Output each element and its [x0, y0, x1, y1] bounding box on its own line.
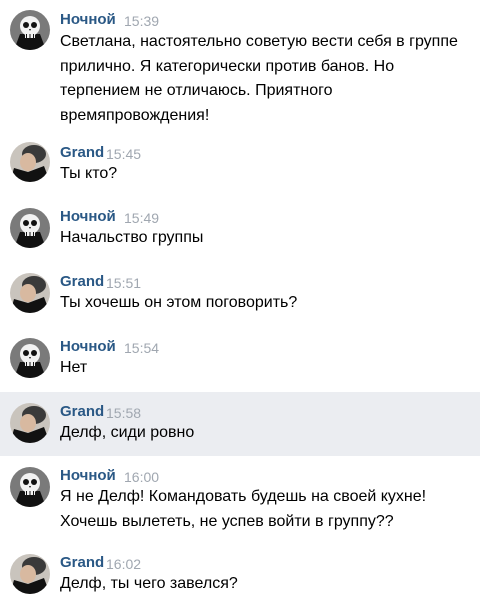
author-name[interactable]: Grand	[60, 144, 104, 162]
message-text: Ты кто?	[60, 165, 118, 182]
author-name[interactable]: Ночной	[60, 208, 116, 226]
author-name[interactable]: Ночной	[60, 11, 116, 29]
message: Ночной 16:00 Я не Делф! Командовать буде…	[0, 456, 480, 545]
avatar[interactable]	[10, 554, 50, 594]
timestamp: 15:39	[124, 13, 160, 29]
message: Grand 15:51 Ты хочешь он этом поговорить…	[0, 261, 480, 326]
skull-avatar-icon	[10, 467, 50, 507]
message-text: Начальство группы	[60, 229, 204, 246]
skull-avatar-icon	[10, 338, 50, 378]
author-name[interactable]: Ночной	[60, 338, 116, 356]
avatar[interactable]	[10, 338, 50, 378]
message-text: Ты хочешь он этом поговорить?	[60, 294, 298, 311]
author-name[interactable]: Grand	[60, 273, 104, 291]
message-text: Нет	[60, 359, 88, 376]
avatar[interactable]	[10, 10, 50, 50]
message: Ночной 15:39 Светлана, настоятельно сове…	[0, 0, 480, 130]
skull-avatar-icon	[10, 10, 50, 50]
profile-photo-avatar-icon	[10, 403, 50, 443]
author-name[interactable]: Grand	[60, 403, 104, 421]
message: Ночной 15:49 Начальство группы	[0, 196, 480, 261]
chat-history: Ночной 15:39 Светлана, настоятельно сове…	[0, 0, 480, 612]
timestamp: 15:58	[106, 405, 142, 421]
message: Ночной 15:54 Нет	[0, 326, 480, 392]
author-name[interactable]: Grand	[60, 554, 104, 572]
message-highlighted: Grand 15:58 Делф, сиди ровно	[0, 392, 480, 456]
timestamp: 15:51	[106, 275, 142, 291]
avatar[interactable]	[10, 403, 50, 443]
message-text: Светлана, настоятельно советую вести себ…	[60, 33, 458, 124]
avatar[interactable]	[10, 142, 50, 182]
skull-avatar-icon	[10, 208, 50, 248]
avatar[interactable]	[10, 208, 50, 248]
message-text: Делф, ты чего завелся?	[60, 575, 238, 592]
avatar[interactable]	[10, 273, 50, 313]
timestamp: 16:00	[124, 469, 160, 485]
timestamp: 15:54	[124, 340, 160, 356]
message-text: Я не Делф! Командовать будешь на своей к…	[60, 488, 427, 530]
timestamp: 16:02	[106, 556, 142, 572]
author-name[interactable]: Ночной	[60, 467, 116, 485]
profile-photo-avatar-icon	[10, 554, 50, 594]
message: Grand 16:02 Делф, ты чего завелся?	[0, 545, 480, 612]
profile-photo-avatar-icon	[10, 273, 50, 313]
message-text: Делф, сиди ровно	[60, 424, 195, 441]
avatar[interactable]	[10, 467, 50, 507]
timestamp: 15:49	[124, 210, 160, 226]
message: Grand 15:45 Ты кто?	[0, 130, 480, 196]
timestamp: 15:45	[106, 146, 142, 162]
profile-photo-avatar-icon	[10, 142, 50, 182]
